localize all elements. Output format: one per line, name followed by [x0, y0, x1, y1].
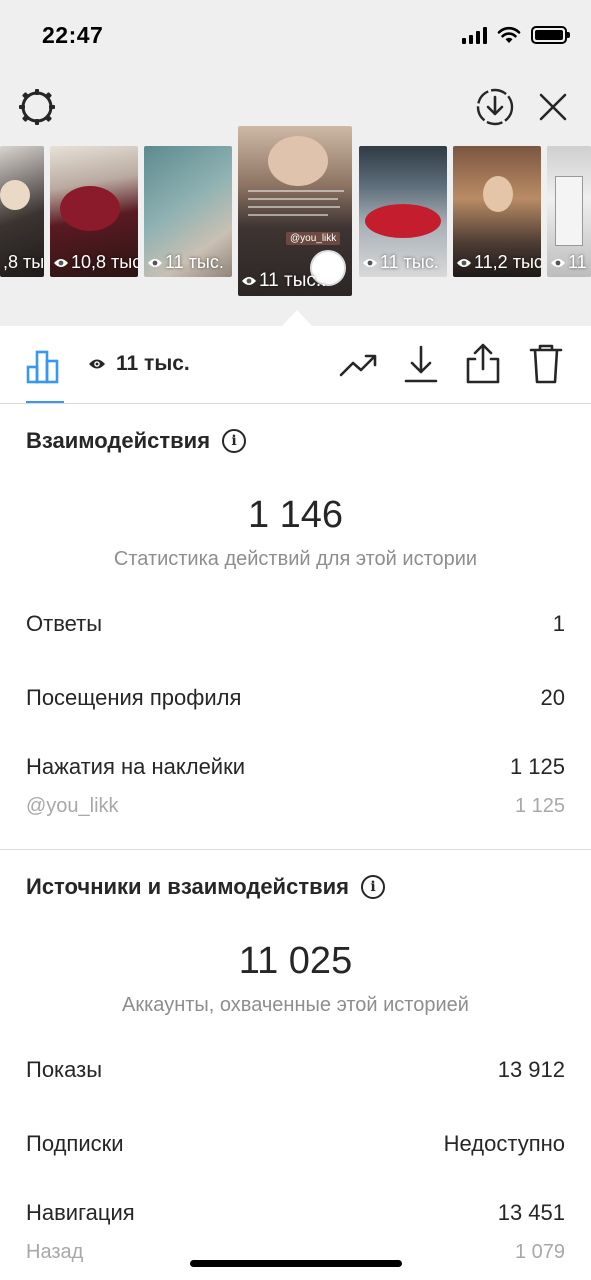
close-icon[interactable]	[533, 86, 573, 128]
status-icons	[462, 26, 570, 44]
trash-icon[interactable]	[526, 342, 566, 386]
story-views: 10,8 тыс	[53, 252, 138, 273]
stat-value: 13 451	[497, 1200, 565, 1225]
stat-row-profile-visits: Посещения профиля 20	[26, 685, 565, 711]
stat-value: 20	[540, 685, 565, 710]
stat-label: Подписки	[26, 1131, 124, 1156]
stat-row-replies: Ответы 1	[26, 611, 565, 637]
story-views: 11	[550, 252, 587, 273]
story-views-text: 11	[568, 252, 587, 272]
interactions-section-title: Взаимодействия i	[26, 428, 247, 454]
eye-icon	[457, 258, 471, 267]
download-circle-icon[interactable]	[474, 86, 516, 128]
info-icon[interactable]: i	[360, 875, 385, 899]
interactions-total: 1 146	[247, 494, 344, 536]
views-summary: 11 тыс.	[88, 352, 190, 376]
discovery-section-title: Источники и взаимодействия i	[26, 874, 385, 900]
stat-value: Недоступно	[443, 1131, 565, 1156]
interactions-title-text: Взаимодействия	[26, 428, 211, 453]
status-bar: 22:47	[0, 0, 591, 70]
story-thumbnail[interactable]: 11 тыс.	[144, 146, 232, 277]
stat-subvalue: 1 125	[514, 795, 565, 817]
story-views-text: 11 тыс.	[380, 252, 439, 272]
trending-arrow-icon[interactable]	[336, 346, 380, 386]
stat-row-sticker-taps: Нажатия на наклейки 1 125	[26, 754, 565, 780]
eye-icon	[551, 258, 565, 267]
eye-icon	[242, 277, 256, 285]
status-time: 22:47	[42, 22, 104, 48]
story-views-text: 11 тыс..	[259, 270, 327, 291]
eye-icon	[89, 359, 105, 369]
eye-icon	[54, 258, 68, 267]
stat-label: Показы	[26, 1057, 103, 1082]
discovery-total: 11 025	[238, 940, 353, 982]
story-views: 11,2 тыс	[456, 252, 541, 273]
battery-icon	[531, 26, 570, 44]
story-views: 11 тыс.	[147, 252, 224, 273]
discovery-title-text: Источники и взаимодействия	[26, 874, 349, 899]
story-thumbnail[interactable]: ,8 тыс	[0, 146, 44, 277]
discovery-subtitle: Аккаунты, охваченные этой историей	[122, 994, 469, 1016]
story-views: 11 тыс..	[241, 270, 326, 292]
story-views-text: ,8 тыс	[3, 252, 44, 272]
story-thumbnail[interactable]: 10,8 тыс	[50, 146, 138, 277]
stat-row-sticker-mention: @you_likk 1 125	[26, 795, 565, 818]
selected-story-pointer	[282, 310, 312, 326]
story-views-text: 10,8 тыс	[71, 252, 138, 272]
bar-chart-icon[interactable]	[24, 346, 64, 386]
interactions-subtitle: Статистика действий для этой истории	[113, 548, 478, 570]
insights-toolbar: 11 тыс.	[0, 326, 591, 404]
info-icon[interactable]: i	[222, 429, 247, 453]
stat-label: Навигация	[26, 1200, 135, 1225]
stat-row-navigation: Навигация 13 451	[26, 1200, 565, 1226]
stat-sublabel: @you_likk	[26, 795, 119, 817]
stat-label: Посещения профиля	[26, 685, 242, 710]
section-divider	[0, 849, 591, 850]
stat-label: Ответы	[26, 611, 103, 636]
stat-subvalue: 1 079	[514, 1241, 565, 1263]
home-indicator[interactable]	[190, 1260, 402, 1267]
share-icon[interactable]	[462, 340, 504, 386]
story-views-text: 11 тыс.	[165, 252, 224, 272]
download-icon[interactable]	[400, 342, 442, 386]
stat-row-impressions: Показы 13 912	[26, 1057, 565, 1083]
active-tab-indicator	[26, 401, 64, 403]
story-thumbnail[interactable]: 11,2 тыс	[453, 146, 541, 277]
story-thumbnail-selected[interactable]: @you_likk 11 тыс..	[238, 126, 352, 296]
story-carousel[interactable]: ,8 тыс 10,8 тыс 11 тыс. @you_likk	[0, 126, 591, 304]
stat-row-follows: Подписки Недоступно	[26, 1131, 565, 1157]
top-area: 22:47 ,8 ты 10,8 тыс 11 тыс. @you_likk 1…	[0, 0, 591, 326]
stat-label: Нажатия на наклейки	[26, 754, 246, 779]
eye-icon	[148, 258, 162, 267]
wifi-icon	[497, 26, 521, 43]
stat-value: 1	[552, 611, 565, 636]
cellular-signal-icon	[462, 26, 487, 44]
settings-gear-icon[interactable]	[16, 86, 58, 128]
story-views: ,8 тыс	[3, 252, 44, 273]
story-thumbnail[interactable]: 11 тыс.	[359, 146, 447, 277]
story-views: 11 тыс.	[362, 252, 439, 273]
stat-value: 13 912	[497, 1057, 565, 1082]
story-views-text: 11,2 тыс	[474, 252, 541, 272]
stat-sublabel: Назад	[26, 1241, 84, 1263]
stat-value: 1 125	[509, 754, 565, 779]
story-mention-sticker: @you_likk	[286, 232, 341, 245]
eye-icon	[363, 258, 377, 267]
story-thumbnail[interactable]: 11	[547, 146, 591, 277]
views-summary-text: 11 тыс.	[116, 352, 190, 375]
